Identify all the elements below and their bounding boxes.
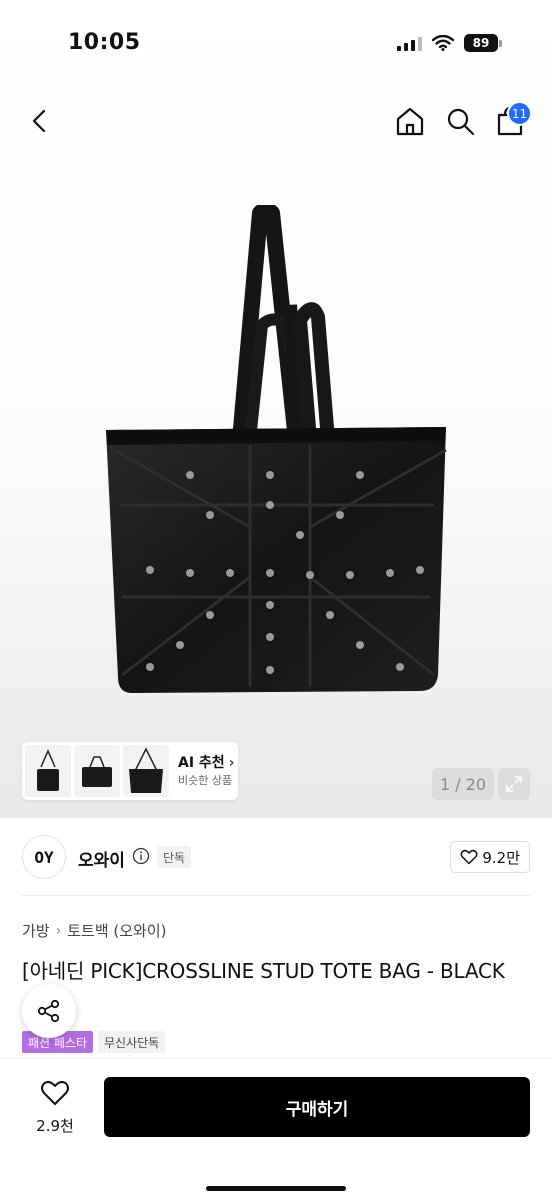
battery-icon: 89 [464, 34, 502, 52]
bottom-action-bar: 2.9천 구매하기 [0, 1058, 552, 1200]
breadcrumb-item[interactable]: 가방 [22, 920, 50, 941]
ai-recommend-subtitle: 비슷한 상품 [178, 774, 233, 788]
search-icon[interactable] [442, 103, 478, 139]
brand-name[interactable]: 오와이 [78, 846, 125, 871]
info-icon[interactable] [132, 847, 150, 865]
buy-button[interactable]: 구매하기 [104, 1077, 530, 1137]
expand-button[interactable] [498, 768, 530, 800]
chevron-right-icon: › [55, 922, 62, 939]
brand-like-count: 9.2만 [482, 848, 520, 867]
wishlist-button[interactable]: 2.9천 [18, 1079, 92, 1136]
share-button[interactable] [22, 984, 76, 1038]
ai-recommend-title: AI 추천 [178, 754, 225, 771]
brand-logo[interactable]: OY [22, 835, 66, 879]
exclusive-tag: 무신사단독 [98, 1031, 166, 1053]
status-bar: 10:05 89 [0, 0, 552, 90]
wifi-icon [432, 35, 454, 51]
cart-count-badge: 11 [507, 101, 532, 126]
thumbnail-1[interactable] [25, 745, 71, 797]
share-icon [37, 999, 60, 1023]
heart-icon [41, 1080, 69, 1105]
status-time: 10:05 [68, 30, 141, 55]
cellular-signal-icon [397, 35, 422, 51]
wishlist-count: 2.9천 [36, 1117, 74, 1135]
brand-like-button[interactable]: 9.2만 [450, 841, 530, 873]
battery-level: 89 [464, 34, 498, 52]
expand-icon [506, 776, 522, 792]
thumbnail-3[interactable] [123, 745, 169, 797]
image-counter: 1 / 20 [432, 768, 494, 800]
thumbnail-strip: AI 추천 › 비슷한 상품 [22, 742, 238, 800]
heart-icon [460, 849, 478, 865]
thumbnail-2[interactable] [74, 745, 120, 797]
home-icon[interactable] [392, 103, 428, 139]
exclusive-badge: 단독 [157, 846, 192, 868]
breadcrumb: 가방 › 토트백 (오와이) [22, 920, 167, 941]
home-indicator [206, 1186, 346, 1191]
top-navigation [0, 95, 552, 149]
product-title: [아네딘 PICK]CROSSLINE STUD TOTE BAG - BLAC… [22, 959, 505, 983]
back-icon[interactable] [22, 103, 58, 139]
breadcrumb-item[interactable]: 토트백 (오와이) [67, 920, 166, 941]
divider [22, 895, 530, 896]
ai-recommend[interactable]: AI 추천 › 비슷한 상품 [178, 755, 234, 788]
chevron-right-icon: › [228, 754, 235, 771]
brand-row: OY 오와이 단독 9.2만 [22, 835, 530, 881]
product-image-tote-bag [106, 205, 447, 693]
